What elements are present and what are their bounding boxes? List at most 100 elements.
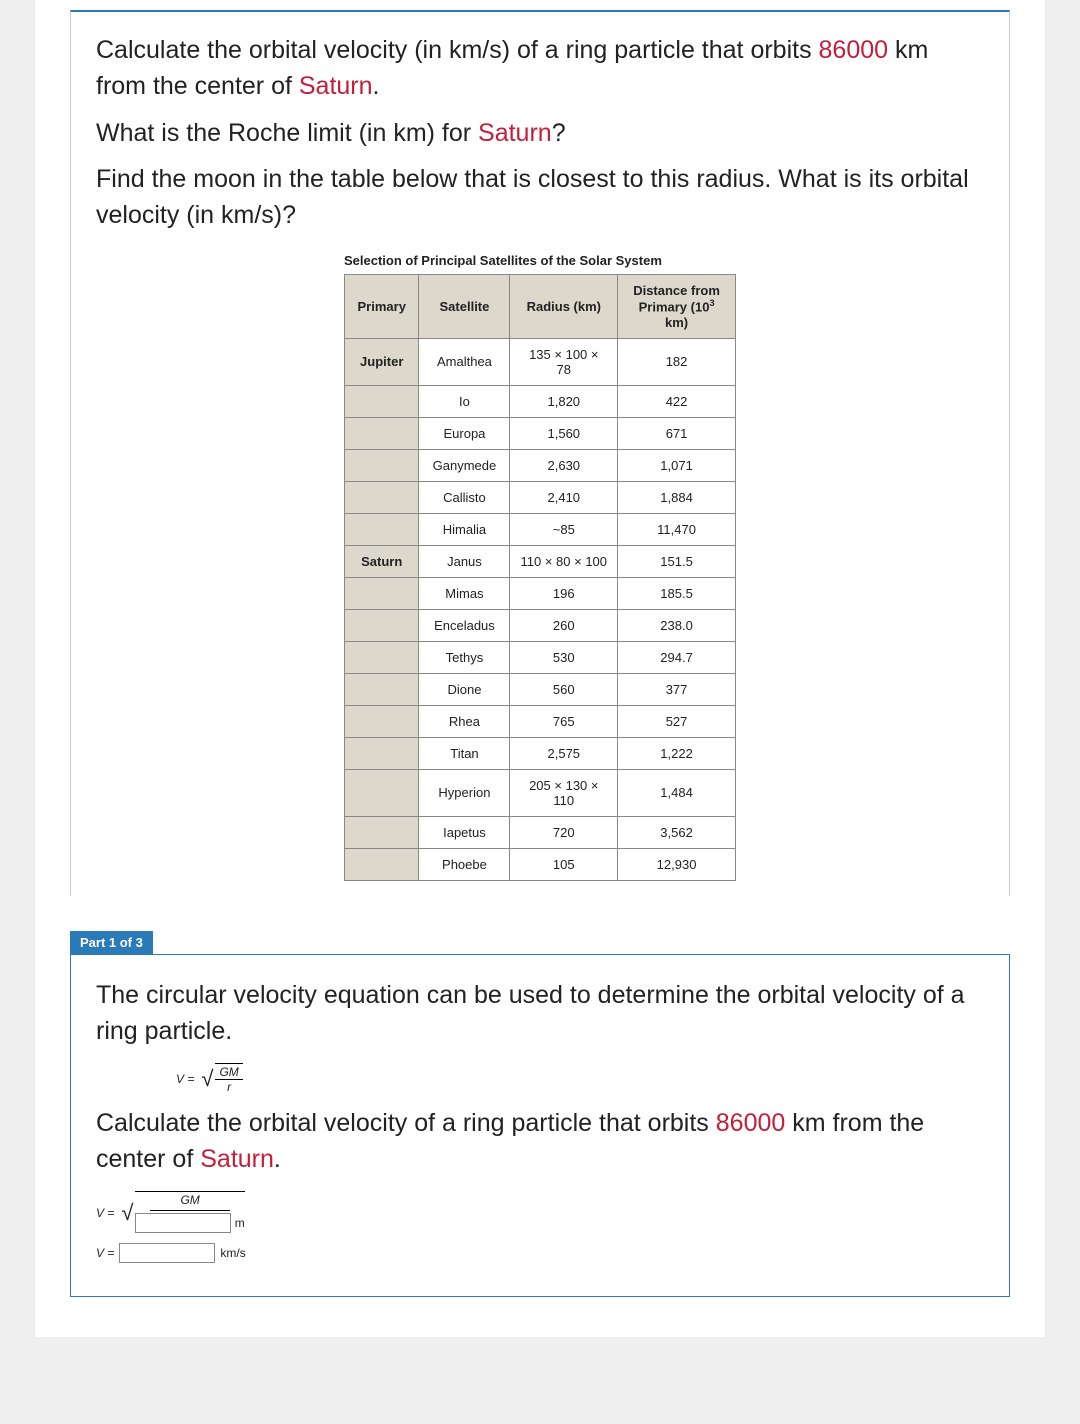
q1-text-pre: Calculate the orbital velocity (in km/s)… [96,36,819,64]
cell-satellite: Titan [419,737,510,769]
denominator-input[interactable] [135,1213,231,1233]
velocity-input[interactable] [119,1243,215,1263]
part-header: Part 1 of 3 [70,931,153,954]
table-row: SaturnJanus110 × 80 × 100151.5 [345,545,736,577]
q1-value: 86000 [819,36,889,64]
cell-distance: 527 [618,705,736,737]
cell-distance: 185.5 [618,577,736,609]
question-paragraph-2: What is the Roche limit (in km) for Satu… [96,115,984,151]
cell-primary [345,449,419,481]
question-paragraph-1: Calculate the orbital velocity (in km/s)… [96,32,984,105]
question-paragraph-3: Find the moon in the table below that is… [96,161,984,234]
cell-satellite: Hyperion [419,769,510,816]
cell-distance: 1,071 [618,449,736,481]
cell-primary [345,848,419,880]
table-header-row: Primary Satellite Radius (km) Distance f… [345,275,736,338]
cell-radius: 560 [510,673,618,705]
cell-radius: 196 [510,577,618,609]
cell-distance: 182 [618,338,736,385]
table-row: Phoebe10512,930 [345,848,736,880]
answer-line-2: V = km/s [96,1243,984,1263]
cell-satellite: Io [419,385,510,417]
cell-satellite: Rhea [419,705,510,737]
cell-primary [345,769,419,816]
cell-radius: 260 [510,609,618,641]
cell-radius: 205 × 130 × 110 [510,769,618,816]
cell-satellite: Europa [419,417,510,449]
cell-distance: 1,222 [618,737,736,769]
cell-distance: 294.7 [618,641,736,673]
cell-satellite: Ganymede [419,449,510,481]
cell-satellite: Amalthea [419,338,510,385]
table-row: Hyperion205 × 130 × 1101,484 [345,769,736,816]
formula-numerator: GM [215,1065,242,1080]
cell-primary [345,816,419,848]
ans1-lhs: V = [96,1206,114,1220]
formula-lhs: V = [176,1072,194,1086]
col-header-primary: Primary [345,275,419,338]
cell-satellite: Iapetus [419,816,510,848]
cell-distance: 11,470 [618,513,736,545]
cell-radius: 2,630 [510,449,618,481]
cell-satellite: Phoebe [419,848,510,880]
cell-satellite: Mimas [419,577,510,609]
cell-primary [345,513,419,545]
cell-distance: 1,484 [618,769,736,816]
cell-distance: 151.5 [618,545,736,577]
cell-satellite: Dione [419,673,510,705]
cell-distance: 422 [618,385,736,417]
sqrt-icon: √ [201,1066,213,1092]
cell-primary [345,481,419,513]
cell-satellite: Callisto [419,481,510,513]
cell-distance: 238.0 [618,609,736,641]
cell-radius: 765 [510,705,618,737]
cell-distance: 3,562 [618,816,736,848]
table-row: Enceladus260238.0 [345,609,736,641]
col-header-radius: Radius (km) [510,275,618,338]
sqrt-icon: √ [121,1200,133,1226]
cell-distance: 1,884 [618,481,736,513]
cell-primary: Jupiter [345,338,419,385]
cell-primary [345,609,419,641]
table-row: Rhea765527 [345,705,736,737]
formula-denominator: r [223,1080,235,1094]
table-row: Io1,820422 [345,385,736,417]
question-box: Calculate the orbital velocity (in km/s)… [70,10,1010,896]
part-text-2: Calculate the orbital velocity of a ring… [96,1105,984,1178]
cell-primary [345,577,419,609]
table-row: Iapetus7203,562 [345,816,736,848]
cell-radius: 530 [510,641,618,673]
cell-primary [345,737,419,769]
table-row: Mimas196185.5 [345,577,736,609]
ans1-unit: m [235,1216,245,1230]
part-text-1: The circular velocity equation can be us… [96,977,984,1050]
q2-text-pre: What is the Roche limit (in km) for [96,119,478,147]
cell-primary [345,417,419,449]
p2-text-pre: Calculate the orbital velocity of a ring… [96,1109,716,1137]
q2-planet: Saturn [478,119,552,147]
cell-radius: 2,410 [510,481,618,513]
p2-planet: Saturn [200,1145,274,1173]
cell-radius: 105 [510,848,618,880]
cell-primary: Saturn [345,545,419,577]
cell-radius: 720 [510,816,618,848]
cell-distance: 377 [618,673,736,705]
table-row: Titan2,5751,222 [345,737,736,769]
part-box: The circular velocity equation can be us… [70,954,1010,1297]
cell-primary [345,641,419,673]
cell-primary [345,705,419,737]
p2-value: 86000 [716,1109,786,1137]
table-row: Ganymede2,6301,071 [345,449,736,481]
ans2-lhs: V = [96,1246,114,1260]
table-row: Callisto2,4101,884 [345,481,736,513]
cell-radius: ~85 [510,513,618,545]
table-row: Himalia~8511,470 [345,513,736,545]
cell-satellite: Janus [419,545,510,577]
cell-primary [345,673,419,705]
col-header-distance: Distance from Primary (103 km) [618,275,736,338]
answer-line-1: V = √ GM m [96,1191,984,1234]
col-header-satellite: Satellite [419,275,510,338]
table-row: Dione560377 [345,673,736,705]
ans2-unit: km/s [220,1246,245,1260]
cell-radius: 135 × 100 × 78 [510,338,618,385]
